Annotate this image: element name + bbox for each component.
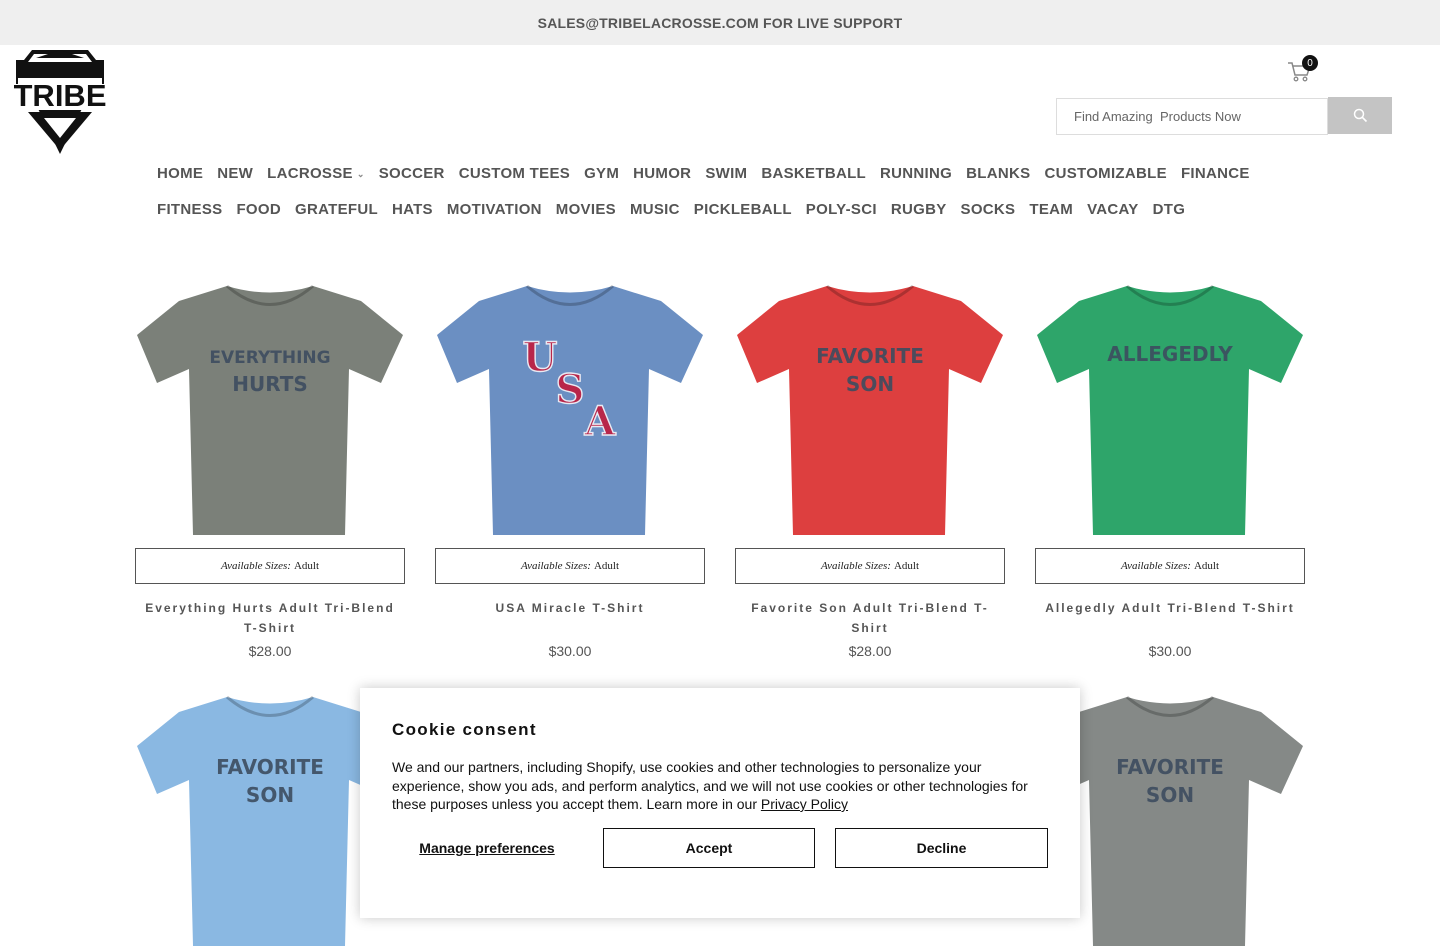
sizes-value: Adult	[293, 560, 320, 572]
tribe-logo[interactable]: TRIBE	[14, 48, 106, 156]
product-card[interactable]: ALLEGEDLY Available Sizes: Adult Allegedl…	[1035, 283, 1305, 659]
cookie-body-text: We and our partners, including Shopify, …	[392, 759, 1028, 812]
product-price: $28.00	[848, 643, 892, 659]
nav-item-lacrosse[interactable]: LACROSSE ⌄	[260, 164, 372, 184]
sizes-label: Available Sizes:	[520, 560, 591, 572]
search-button[interactable]	[1328, 97, 1392, 134]
product-image[interactable]: ALLEGEDLY	[1035, 283, 1305, 538]
announcement-bar: SALES@TRIBELACROSSE.COM FOR LIVE SUPPORT	[0, 0, 1440, 45]
nav-item-gym[interactable]: GYM	[577, 164, 626, 184]
cookie-title: Cookie consent	[392, 720, 537, 739]
product-card[interactable]: EVERYTHING HURTS Available Sizes: Adult Ev…	[135, 283, 405, 659]
cookie-consent-dialog: Cookie consent We and our partners, incl…	[360, 688, 1080, 918]
product-card[interactable]: USA Available Sizes: Adult USA Miracle T-…	[435, 283, 705, 659]
sizes-label: Available Sizes:	[1120, 560, 1191, 572]
nav-item-food[interactable]: FOOD	[229, 200, 288, 220]
decline-button[interactable]: Decline	[835, 828, 1048, 868]
cart-count-badge: 0	[1302, 55, 1318, 71]
nav-item-finance[interactable]: FINANCE	[1174, 164, 1257, 184]
nav-item-grateful[interactable]: GRATEFUL	[288, 200, 385, 220]
available-sizes: Available Sizes: Adult	[135, 548, 405, 584]
main-nav-row-2: FITNESS FOOD GRATEFUL HATS MOTIVATION MO…	[150, 200, 1250, 220]
product-price: $28.00	[248, 643, 292, 659]
shirt-print-text: ALLEGEDLY	[1107, 342, 1233, 366]
available-sizes: Available Sizes: Adult	[735, 548, 1005, 584]
shirt-print-text: EVERYTHING	[209, 348, 330, 368]
nav-item-new[interactable]: NEW	[210, 164, 260, 184]
search-icon	[1353, 108, 1367, 123]
shirt-print-text: HURTS	[232, 372, 308, 396]
shirt-print-text: FAVORITE	[816, 344, 924, 368]
product-image[interactable]: USA	[435, 283, 705, 538]
announcement-text: SALES@TRIBELACROSSE.COM FOR LIVE SUPPORT	[537, 14, 903, 31]
nav-item-poly-sci[interactable]: POLY-SCI	[799, 200, 884, 220]
chevron-down-icon: ⌄	[356, 169, 365, 179]
product-image[interactable]: FAVORITE SON	[735, 283, 1005, 538]
nav-item-fitness[interactable]: FITNESS	[150, 200, 229, 220]
product-title[interactable]: USA Miracle T-Shirt	[435, 598, 705, 618]
product-title[interactable]: Favorite Son Adult Tri-Blend T-Shirt	[735, 598, 1005, 638]
sizes-value: Adult	[893, 560, 920, 572]
cookie-body: We and our partners, including Shopify, …	[392, 758, 1042, 814]
shirt-print-text: SON	[1146, 783, 1194, 807]
search-input[interactable]	[1056, 98, 1328, 135]
product-price: $30.00	[548, 643, 592, 659]
product-title[interactable]: Allegedly Adult Tri-Blend T-Shirt	[1035, 598, 1305, 618]
main-nav-row-1: HOME NEW LACROSSE ⌄ SOCCER CUSTOM TEES GY…	[150, 164, 1250, 184]
nav-item-swim[interactable]: SWIM	[698, 164, 754, 184]
nav-item-basketball[interactable]: BASKETBALL	[754, 164, 873, 184]
sizes-label: Available Sizes:	[820, 560, 891, 572]
nav-item-blanks[interactable]: BLANKS	[959, 164, 1037, 184]
shirt-print-letter: S	[556, 366, 585, 413]
sizes-label: Available Sizes:	[220, 560, 291, 572]
nav-item-home[interactable]: HOME	[150, 164, 210, 184]
shirt-print-text: SON	[246, 783, 294, 807]
nav-item-lacrosse-label: LACROSSE	[267, 165, 353, 182]
shirt-print-text: SON	[846, 372, 894, 396]
shirt-print-text: FAVORITE	[1116, 755, 1224, 779]
sizes-value: Adult	[1193, 560, 1220, 572]
nav-item-vacay[interactable]: VACAY	[1080, 200, 1146, 220]
nav-item-team[interactable]: TEAM	[1022, 200, 1080, 220]
product-title[interactable]: Everything Hurts Adult Tri-Blend T-Shirt	[135, 598, 405, 638]
shirt-print-letter: U	[523, 334, 558, 381]
nav-item-running[interactable]: RUNNING	[873, 164, 959, 184]
nav-item-hats[interactable]: HATS	[385, 200, 440, 220]
nav-item-custom-tees[interactable]: CUSTOM TEES	[452, 164, 577, 184]
shirt-print-text: FAVORITE	[216, 755, 324, 779]
nav-item-customizable[interactable]: CUSTOMIZABLE	[1037, 164, 1174, 184]
manage-preferences-button[interactable]: Manage preferences	[392, 828, 582, 868]
nav-item-rugby[interactable]: RUGBY	[884, 200, 954, 220]
nav-item-motivation[interactable]: MOTIVATION	[440, 200, 549, 220]
logo-text: TRIBE	[14, 78, 106, 113]
nav-item-movies[interactable]: MOVIES	[549, 200, 623, 220]
nav-item-soccer[interactable]: SOCCER	[372, 164, 452, 184]
nav-item-music[interactable]: MUSIC	[623, 200, 687, 220]
shirt-print-letter: A	[583, 398, 616, 445]
product-image[interactable]: EVERYTHING HURTS	[135, 283, 405, 538]
nav-item-pickleball[interactable]: PICKLEBALL	[687, 200, 799, 220]
privacy-policy-link[interactable]: Privacy Policy	[761, 796, 848, 812]
nav-item-dtg[interactable]: DTG	[1146, 200, 1193, 220]
nav-item-socks[interactable]: SOCKS	[954, 200, 1023, 220]
available-sizes: Available Sizes: Adult	[435, 548, 705, 584]
nav-item-humor[interactable]: HUMOR	[626, 164, 698, 184]
available-sizes: Available Sizes: Adult	[1035, 548, 1305, 584]
product-card[interactable]: FAVORITE SON Available Sizes: Adult Favori…	[735, 283, 1005, 659]
product-price: $30.00	[1148, 643, 1192, 659]
accept-button[interactable]: Accept	[603, 828, 815, 868]
sizes-value: Adult	[593, 560, 620, 572]
